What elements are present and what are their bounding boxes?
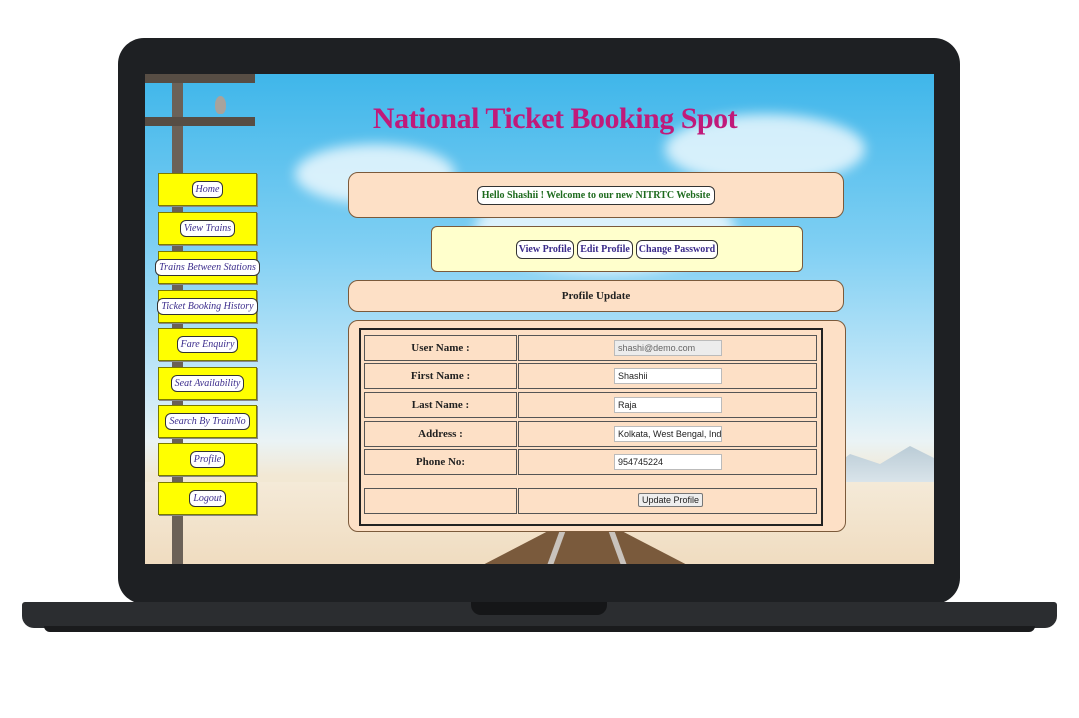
nav-home-button[interactable]: Home <box>191 181 224 198</box>
edit-profile-button[interactable]: Edit Profile <box>577 239 633 259</box>
insulator-icon <box>215 96 226 114</box>
profile-update-form: User Name : shashi@demo.com First Name :… <box>359 328 823 526</box>
nav-seat-availability-button[interactable]: Seat Availability <box>170 375 245 392</box>
last-name-cell: Raja <box>518 392 817 418</box>
nav-item-profile: Profile <box>158 443 257 476</box>
welcome-message: Hello Shashii ! Welcome to our new NITRT… <box>476 185 716 205</box>
nav-profile-button[interactable]: Profile <box>189 451 226 468</box>
nav-item-ticket-booking-history: Ticket Booking History <box>157 290 258 323</box>
profile-update-panel: User Name : shashi@demo.com First Name :… <box>348 320 846 532</box>
nav-ticket-booking-history-button[interactable]: Ticket Booking History <box>157 298 258 315</box>
section-title: Profile Update <box>561 290 631 302</box>
nav-item-view-trains: View Trains <box>158 212 257 245</box>
submit-cell: Update Profile <box>518 488 817 514</box>
first-name-cell: Shashii <box>518 363 817 389</box>
nav-item-logout: Logout <box>158 482 257 515</box>
update-profile-button[interactable]: Update Profile <box>638 493 704 507</box>
nav-item-seat-availability: Seat Availability <box>158 367 257 400</box>
username-cell: shashi@demo.com <box>518 335 817 361</box>
view-profile-button[interactable]: View Profile <box>515 239 575 259</box>
last-name-field[interactable]: Raja <box>614 397 722 413</box>
first-name-field[interactable]: Shashii <box>614 368 722 384</box>
address-label: Address : <box>364 421 517 447</box>
nav-view-trains-button[interactable]: View Trains <box>179 220 236 237</box>
username-field: shashi@demo.com <box>614 340 722 356</box>
pole-crossbar <box>145 117 255 126</box>
address-cell: Kolkata, West Bengal, India <box>518 421 817 447</box>
address-field[interactable]: Kolkata, West Bengal, India <box>614 426 722 442</box>
welcome-panel: Hello Shashii ! Welcome to our new NITRT… <box>348 172 844 218</box>
nav-fare-enquiry-button[interactable]: Fare Enquiry <box>176 336 239 353</box>
laptop-notch <box>471 602 607 615</box>
form-row-phone: Phone No: 954745224 <box>364 449 817 475</box>
pole-crossbar <box>145 74 255 83</box>
nav-item-fare-enquiry: Fare Enquiry <box>158 328 257 361</box>
nav-logout-button[interactable]: Logout <box>189 490 226 507</box>
username-label: User Name : <box>364 335 517 361</box>
profile-menu: View Profile Edit Profile Change Passwor… <box>431 226 803 272</box>
last-name-label: Last Name : <box>364 392 517 418</box>
first-name-label: First Name : <box>364 363 517 389</box>
nav-item-trains-between-stations: Trains Between Stations <box>155 251 260 284</box>
browser-screen: National Ticket Booking Spot Home View T… <box>145 74 934 564</box>
nav-item-search-by-trainno: Search By TrainNo <box>158 405 257 438</box>
phone-cell: 954745224 <box>518 449 817 475</box>
nav-trains-between-stations-button[interactable]: Trains Between Stations <box>155 259 260 276</box>
form-row-address: Address : Kolkata, West Bengal, India <box>364 421 817 447</box>
nav-item-home: Home <box>158 173 257 206</box>
change-password-button[interactable]: Change Password <box>635 239 719 259</box>
form-row-username: User Name : shashi@demo.com <box>364 335 817 361</box>
submit-row-spacer <box>364 488 517 514</box>
site-title: National Ticket Booking Spot <box>372 102 738 135</box>
phone-label: Phone No: <box>364 449 517 475</box>
laptop-base-shadow <box>44 626 1035 632</box>
form-row-first-name: First Name : Shashii <box>364 363 817 389</box>
form-row-last-name: Last Name : Raja <box>364 392 817 418</box>
nav-search-by-trainno-button[interactable]: Search By TrainNo <box>165 413 250 430</box>
form-row-submit: Update Profile <box>364 488 817 514</box>
section-title-panel: Profile Update <box>348 280 844 312</box>
phone-field[interactable]: 954745224 <box>614 454 722 470</box>
